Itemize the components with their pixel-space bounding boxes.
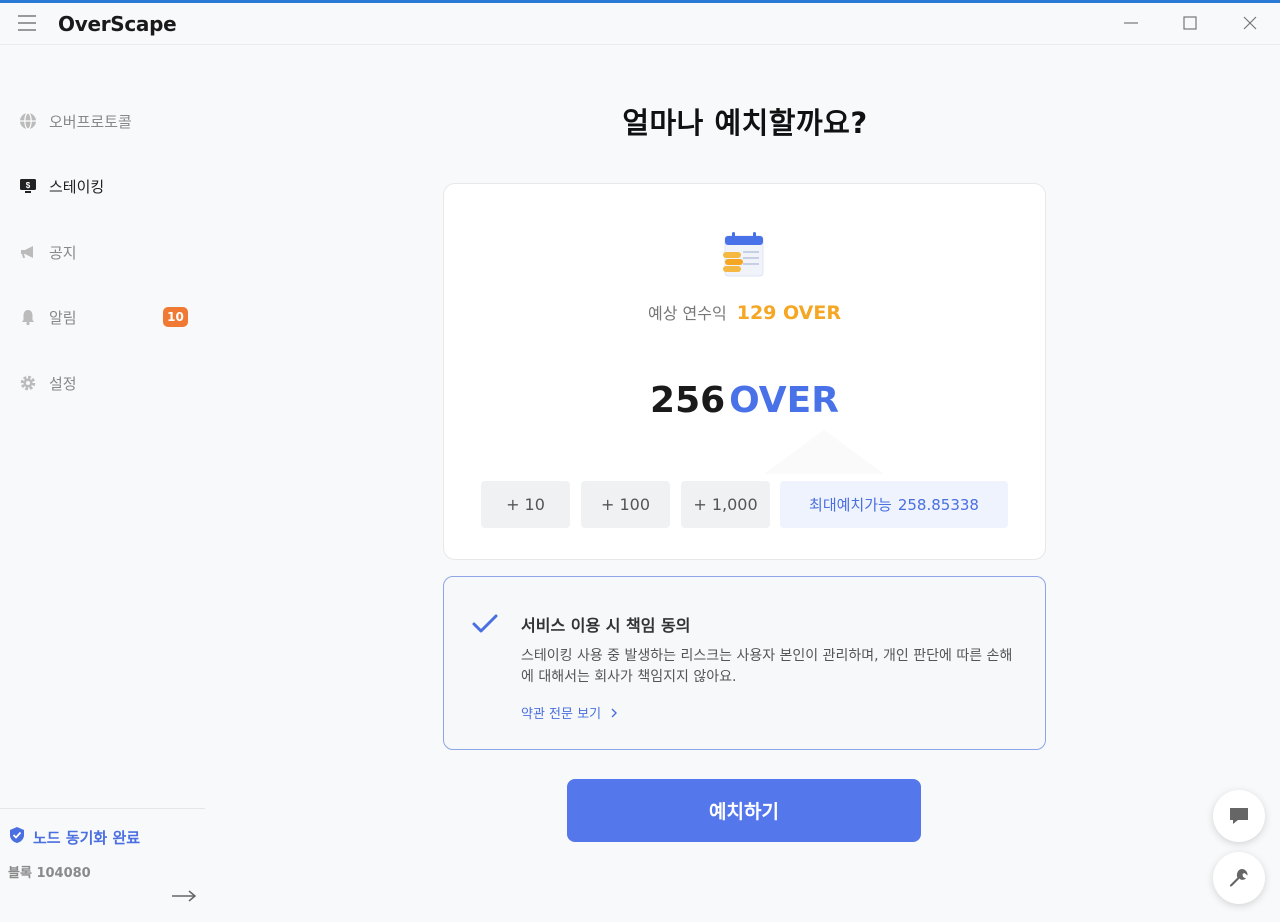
title-bar: OverScape xyxy=(0,3,1280,45)
calendar-coins-icon xyxy=(721,230,767,280)
staking-monitor-icon: $ xyxy=(18,176,38,196)
megaphone-icon xyxy=(18,242,38,262)
sidebar-item-label: 스테이킹 xyxy=(49,177,105,196)
shield-check-icon xyxy=(9,826,25,848)
wrench-icon xyxy=(1229,869,1248,887)
add-1000-button[interactable]: + 1,000 xyxy=(681,481,770,528)
maximize-icon xyxy=(1183,16,1197,30)
view-terms-label: 약관 전문 보기 xyxy=(521,707,602,722)
sidebar-item-label: 설정 xyxy=(49,374,77,393)
collapse-arrow-icon[interactable] xyxy=(170,886,198,906)
sidebar-item-overprotocol[interactable]: 오버프로토콜 xyxy=(0,103,205,139)
sidebar-item-notice[interactable]: 공지 xyxy=(0,234,205,270)
consent-title: 서비스 이용 시 책임 동의 xyxy=(521,616,691,635)
sidebar-item-label: 공지 xyxy=(49,243,77,262)
sidebar-item-label: 알림 xyxy=(49,308,77,327)
app-title: OverScape xyxy=(58,12,177,36)
close-button[interactable] xyxy=(1230,9,1270,37)
node-sync-status: 노드 동기화 완료 xyxy=(9,826,140,848)
sidebar-item-alerts[interactable]: 알림 10 xyxy=(0,299,205,335)
yield-value: 129 OVER xyxy=(736,302,841,324)
sidebar-item-staking[interactable]: $ 스테이킹 xyxy=(0,168,205,204)
maximize-button[interactable] xyxy=(1170,9,1210,37)
max-value: 258.85338 xyxy=(897,495,979,514)
minimize-icon xyxy=(1124,22,1138,24)
deposit-card: 예상 연수익 129 OVER 256 OVER + 10 + 100 + 1,00… xyxy=(443,183,1046,560)
view-terms-link[interactable]: 약관 전문 보기 xyxy=(521,703,618,722)
decorative-shape xyxy=(764,430,884,474)
add-10-button[interactable]: + 10 xyxy=(481,481,570,528)
globe-icon xyxy=(18,111,38,131)
deposit-amount[interactable]: 256 OVER xyxy=(444,380,1045,421)
amount-value: 256 xyxy=(650,380,726,421)
max-label: 최대예치가능 xyxy=(809,496,892,514)
sidebar-divider xyxy=(0,808,205,809)
chat-icon xyxy=(1230,808,1248,824)
notification-count-badge: 10 xyxy=(163,307,188,327)
checkmark-icon[interactable] xyxy=(471,613,499,635)
bell-icon xyxy=(18,307,38,327)
consent-body: 스테이킹 사용 중 발생하는 리스크는 사용자 본인이 관리하며, 개인 판단에… xyxy=(521,648,1013,685)
yield-label: 예상 연수익 xyxy=(648,304,727,323)
add-100-button[interactable]: + 100 xyxy=(581,481,670,528)
tools-button[interactable] xyxy=(1213,852,1265,904)
sidebar: 오버프로토콜 $ 스테이킹 공지 알림 10 설정 노드 동기화 완료 블록 1… xyxy=(0,46,205,922)
sidebar-item-settings[interactable]: 설정 xyxy=(0,365,205,401)
minimize-button[interactable] xyxy=(1111,9,1151,37)
amount-unit: OVER xyxy=(729,380,839,421)
sync-status-text: 노드 동기화 완료 xyxy=(33,828,141,847)
sidebar-item-label: 오버프로토콜 xyxy=(49,112,132,131)
hamburger-menu-icon[interactable] xyxy=(18,15,36,31)
chevron-right-icon xyxy=(605,707,618,722)
block-height: 블록 104080 xyxy=(8,866,91,881)
expected-yield: 예상 연수익 129 OVER xyxy=(444,300,1045,324)
chat-button[interactable] xyxy=(1213,790,1265,842)
max-deposit-button[interactable]: 최대예치가능 258.85338 xyxy=(780,481,1008,528)
gear-icon xyxy=(18,373,38,393)
page-title: 얼마나 예치할까요? xyxy=(622,106,868,140)
close-icon xyxy=(1243,16,1257,30)
svg-text:$: $ xyxy=(26,181,31,190)
consent-box[interactable]: 서비스 이용 시 책임 동의 스테이킹 사용 중 발생하는 리스크는 사용자 본… xyxy=(443,576,1046,750)
deposit-button[interactable]: 예치하기 xyxy=(567,779,921,842)
